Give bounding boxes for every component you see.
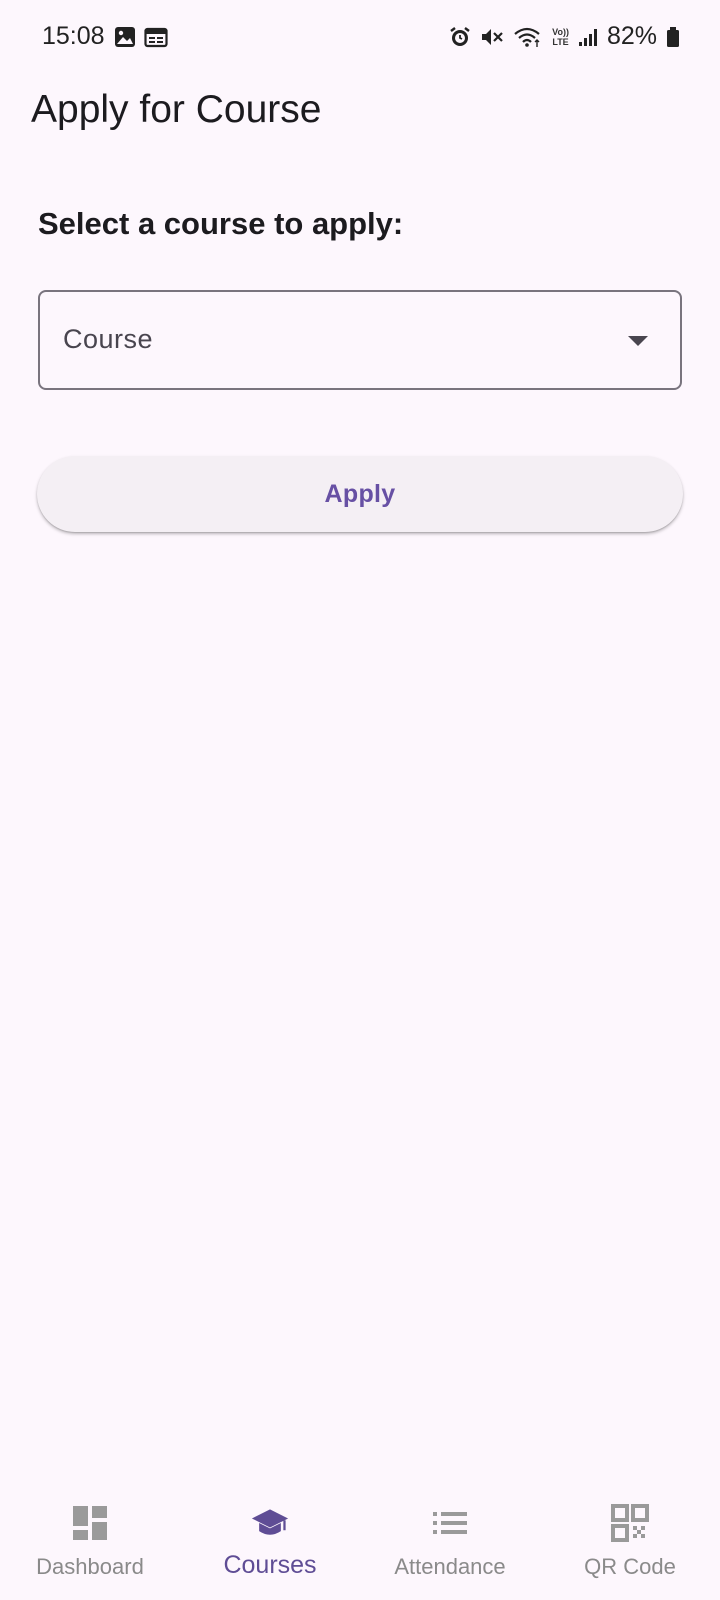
mute-icon — [482, 28, 503, 45]
course-dropdown-value: Course — [63, 324, 154, 354]
status-bar: 15:08 Vo)) LTE 82% — [0, 0, 720, 76]
graduation-cap-icon — [251, 1509, 289, 1535]
section-label: Select a course to apply: — [38, 206, 404, 241]
nav-label-qr-code: QR Code — [584, 1554, 676, 1579]
calendar-icon — [144, 27, 168, 48]
list-icon — [433, 1512, 467, 1534]
apply-button-label: Apply — [324, 479, 396, 508]
signal-icon — [578, 28, 597, 46]
volte-label-top: Vo)) — [552, 26, 569, 37]
apply-button[interactable]: Apply — [37, 456, 683, 532]
nav-label-dashboard: Dashboard — [36, 1554, 144, 1579]
status-time: 15:08 — [42, 22, 105, 50]
qr-code-icon — [611, 1504, 649, 1542]
nav-label-courses: Courses — [223, 1551, 317, 1579]
dashboard-icon — [73, 1506, 107, 1540]
volte-label-bottom: LTE — [552, 36, 569, 47]
gallery-icon — [115, 27, 135, 47]
nav-item-qr-code[interactable]: QR Code — [540, 1484, 720, 1600]
status-notification-icons — [114, 26, 168, 48]
alarm-icon — [450, 26, 470, 46]
nav-item-courses[interactable]: Courses — [180, 1484, 360, 1600]
nav-item-dashboard[interactable]: Dashboard — [0, 1484, 180, 1600]
battery-percentage: 82% — [606, 22, 657, 50]
wifi-icon — [514, 27, 540, 47]
course-dropdown[interactable]: Course — [38, 290, 682, 390]
nav-label-attendance: Attendance — [394, 1554, 506, 1579]
page-title: Apply for Course — [31, 88, 322, 131]
bottom-navigation: Dashboard Courses Attendance QR Code — [0, 1484, 720, 1600]
nav-item-attendance[interactable]: Attendance — [360, 1484, 540, 1600]
battery-icon — [667, 26, 679, 47]
status-system-icons: Vo)) LTE 82% — [449, 22, 680, 51]
dropdown-arrow-icon — [628, 336, 648, 346]
volte-indicator: Vo)) LTE — [552, 27, 569, 47]
